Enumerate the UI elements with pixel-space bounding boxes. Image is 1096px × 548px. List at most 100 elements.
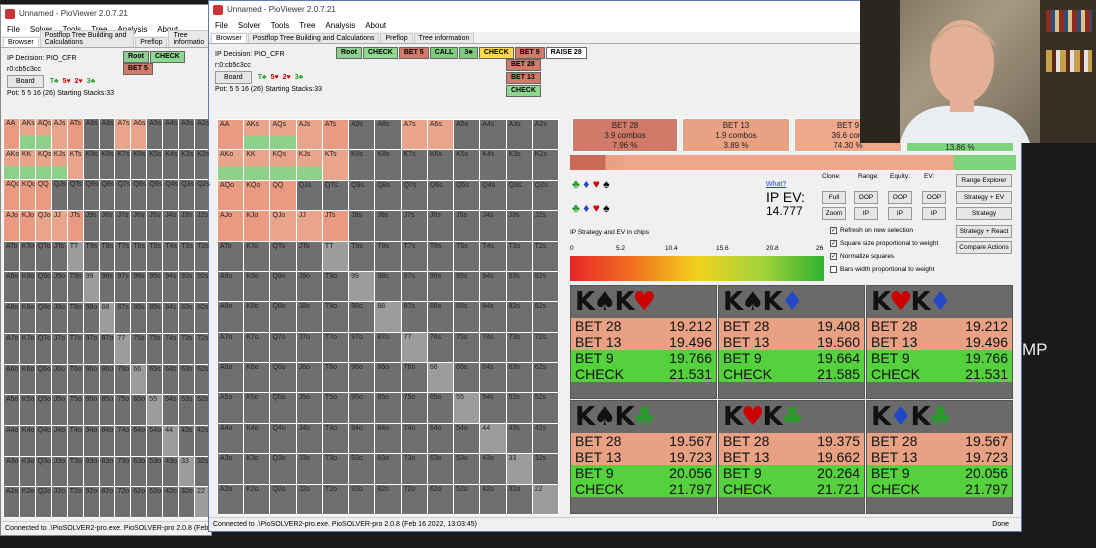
hand-cell[interactable]: 74o — [401, 423, 427, 454]
hand-cell[interactable]: 73o — [115, 456, 131, 487]
hand-cell[interactable]: T9s — [349, 241, 375, 271]
hand-cell[interactable]: Q5s — [454, 180, 480, 211]
hand-cell[interactable]: 44 — [163, 425, 179, 456]
hand-cell[interactable]: 84o — [375, 423, 401, 454]
hand-cell[interactable]: K8o — [244, 302, 270, 332]
equity-oop-button[interactable]: OOP — [888, 191, 912, 204]
hand-cell[interactable]: J3o — [51, 456, 67, 487]
hand-cell[interactable]: ATo — [4, 241, 19, 272]
hand-cell[interactable]: A4o — [218, 423, 244, 454]
hand-cell[interactable]: K7s — [401, 150, 427, 180]
hand-cell[interactable]: 75o — [115, 395, 131, 425]
hand-cell[interactable]: 74s — [163, 333, 179, 364]
hand-cell[interactable]: ATo — [218, 241, 244, 271]
hand-cell[interactable]: J9o — [296, 271, 322, 302]
hand-cell[interactable]: 96o — [349, 363, 375, 393]
hand-cell[interactable]: KQo — [244, 180, 270, 211]
tab-postflop[interactable]: Postflop Tree Building and Calculations — [39, 30, 135, 47]
hand-cell[interactable]: ATs — [322, 120, 349, 150]
hand-cell[interactable]: T9o — [67, 272, 83, 303]
pioviewer-window-back[interactable]: Unnamed - PioViewer 2.0.7.21 File Solver… — [0, 4, 212, 536]
hand-cell[interactable]: J7s — [401, 211, 427, 241]
hand-cell[interactable]: 76o — [115, 364, 131, 395]
hand-cell[interactable]: T2o — [67, 487, 83, 517]
hand-cell[interactable]: 42o — [163, 487, 179, 517]
hand-cell[interactable]: 99 — [349, 271, 375, 302]
hand-cell[interactable]: 87s — [115, 303, 131, 333]
hand-cell[interactable]: 86s — [427, 302, 454, 332]
hand-cell[interactable]: 95s — [454, 271, 480, 302]
combo-card[interactable]: K♥K♣ BET 28 19.375 BET 13 19.662 BET 9 20.264 C… — [718, 400, 865, 514]
hand-cell[interactable]: KK — [244, 150, 270, 180]
hand-cell[interactable]: T4o — [67, 425, 83, 456]
hand-cell[interactable]: J9o — [51, 272, 67, 303]
hand-cell[interactable]: T5s — [454, 241, 480, 271]
hand-cell[interactable]: 74o — [115, 425, 131, 456]
hand-cell[interactable]: 75s — [454, 332, 480, 363]
hand-cell[interactable]: KK — [19, 149, 35, 180]
hand-cell[interactable]: 97o — [349, 332, 375, 363]
hand-cell[interactable]: 74s — [480, 332, 506, 363]
hand-cell[interactable]: QQ — [35, 180, 51, 211]
tab-tree-info[interactable]: Tree informatio — [168, 30, 211, 47]
hand-cell[interactable]: 43s — [506, 423, 532, 454]
hand-cell[interactable]: 64o — [427, 423, 454, 454]
hand-cell[interactable]: 72o — [115, 487, 131, 517]
hand-cell[interactable]: A8o — [4, 303, 19, 333]
hand-cell[interactable]: ATs — [67, 119, 83, 149]
hand-cell[interactable]: K2s — [532, 150, 558, 180]
hand-cell[interactable]: 55 — [147, 395, 163, 425]
hand-cell[interactable]: 65o — [131, 395, 147, 425]
hand-cell[interactable]: 96s — [131, 272, 147, 303]
hand-cell[interactable]: TT — [322, 241, 349, 271]
hand-cell[interactable]: K7s — [115, 149, 131, 180]
hand-cell[interactable]: T8s — [375, 241, 401, 271]
hand-cell[interactable]: J8s — [99, 211, 115, 241]
hand-cell[interactable]: A3o — [4, 456, 19, 487]
hand-cell[interactable]: 92s — [532, 271, 558, 302]
hand-cell[interactable]: A4o — [4, 425, 19, 456]
hand-cell[interactable]: 32o — [179, 487, 195, 517]
hand-cell[interactable]: 95o — [349, 393, 375, 423]
hand-cell[interactable]: 75s — [147, 333, 163, 364]
hand-cell[interactable]: Q3s — [506, 180, 532, 211]
menu-tools[interactable]: Tools — [271, 21, 290, 30]
hand-cell[interactable]: 62s — [532, 363, 558, 393]
hand-cell[interactable]: 99 — [83, 272, 99, 303]
hand-cell[interactable]: 96s — [427, 271, 454, 302]
hand-cell[interactable]: K7o — [19, 333, 35, 364]
hand-cell[interactable]: 43s — [179, 425, 195, 456]
hand-cell[interactable]: 94s — [480, 271, 506, 302]
hand-cell[interactable]: 83o — [99, 456, 115, 487]
hand-cell[interactable]: 32s — [532, 454, 558, 484]
action-check[interactable]: CHECK — [478, 47, 514, 59]
hand-cell[interactable]: T7s — [115, 241, 131, 272]
hand-cell[interactable]: 32o — [506, 484, 532, 514]
hand-cell[interactable]: 52s — [532, 393, 558, 423]
hand-cell[interactable]: 33 — [179, 456, 195, 487]
hand-cell[interactable]: A9o — [4, 272, 19, 303]
hand-cell[interactable]: Q8o — [35, 303, 51, 333]
hand-cell[interactable]: KJs — [51, 149, 67, 180]
hand-cell[interactable]: 66 — [131, 364, 147, 395]
hand-cell[interactable]: T4s — [480, 241, 506, 271]
hand-cell[interactable]: Q8s — [375, 180, 401, 211]
hand-cell[interactable]: Q5o — [35, 395, 51, 425]
hand-cell[interactable]: 42o — [480, 484, 506, 514]
hand-cell[interactable]: JTs — [322, 211, 349, 241]
hand-cell[interactable]: 82o — [375, 484, 401, 514]
hand-cell[interactable]: J5s — [147, 211, 163, 241]
hand-cell[interactable]: J4o — [296, 423, 322, 454]
hand-cell[interactable]: A3s — [179, 119, 195, 149]
hand-cell[interactable]: AA — [218, 120, 244, 150]
normalize-checkbox[interactable]: ✓ Normalize squares — [830, 253, 894, 260]
hand-cell[interactable]: Q3o — [35, 456, 51, 487]
action-bet[interactable]: BET 5 — [123, 63, 153, 75]
hand-cell[interactable]: K5s — [454, 150, 480, 180]
hand-cell[interactable]: 64o — [131, 425, 147, 456]
hand-cell[interactable]: 77 — [401, 332, 427, 363]
hand-cell[interactable]: 62o — [427, 484, 454, 514]
hand-cell[interactable]: AKs — [19, 119, 35, 149]
hand-cell[interactable]: K3o — [244, 454, 270, 484]
what-link[interactable]: What? — [766, 181, 786, 188]
